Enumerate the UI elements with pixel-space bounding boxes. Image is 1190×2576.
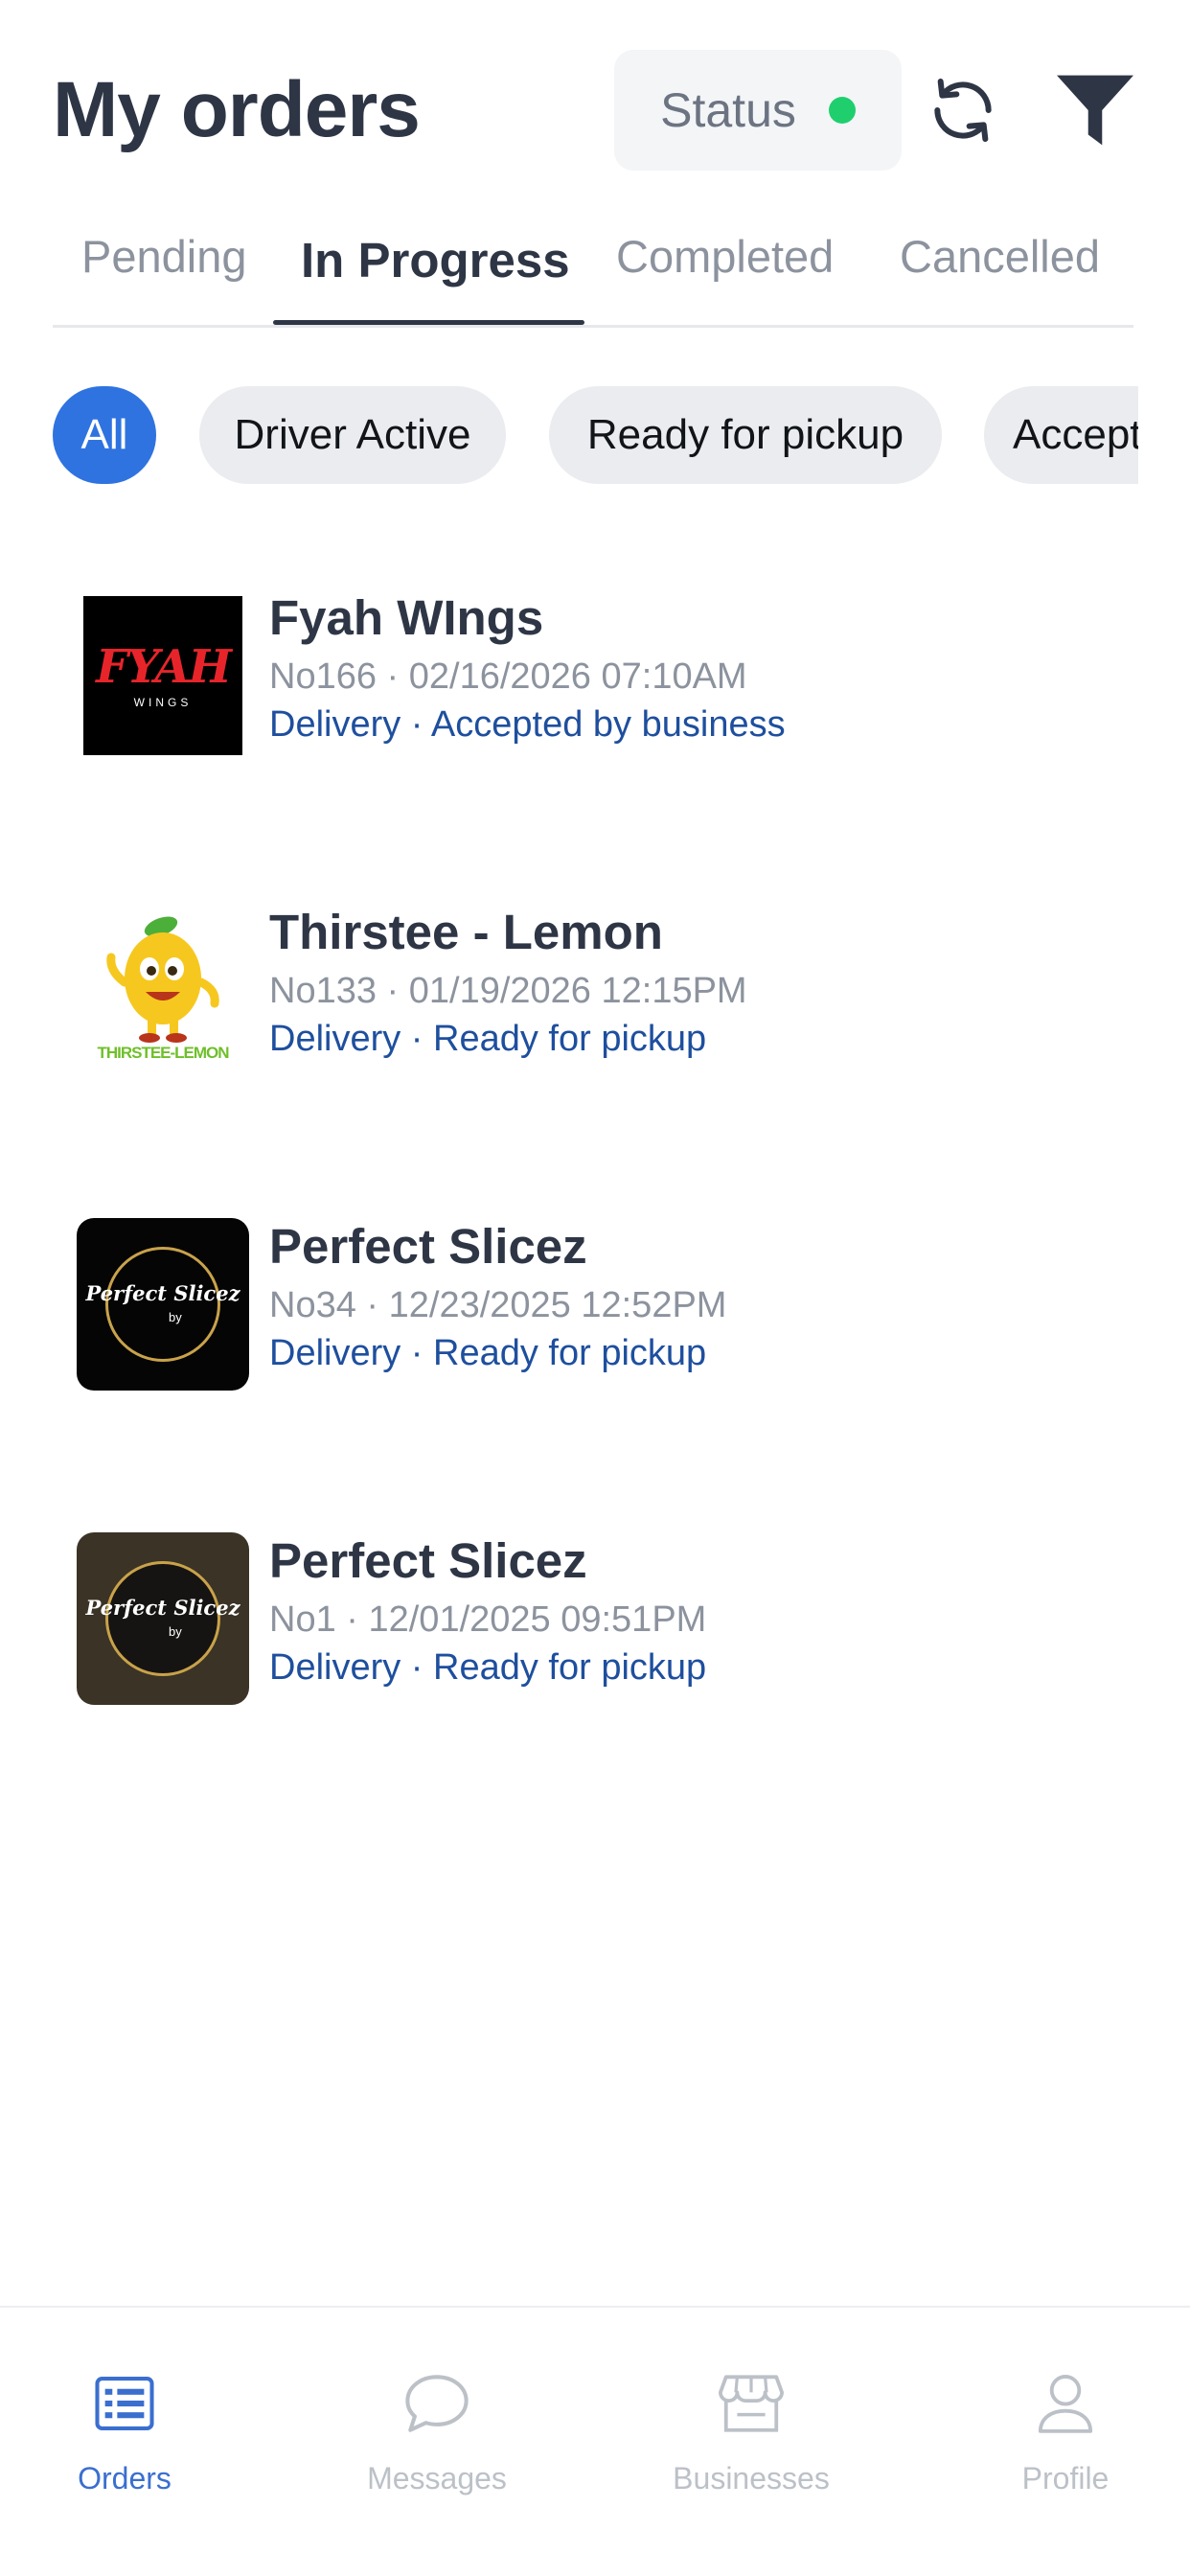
bottom-navigation-bar: Orders Messages Businesses Profile [0, 2306, 1190, 2576]
logo-subtext: WINGS [133, 696, 193, 709]
logo-subtext: by [169, 1310, 182, 1324]
tab-completed[interactable]: Completed [616, 230, 834, 283]
nav-label-profile: Profile [1021, 2461, 1110, 2496]
orders-screen: My orders Status Pending In Progress Com… [0, 0, 1190, 2576]
status-toggle[interactable]: Status [614, 50, 902, 171]
logo-text: FYAH [96, 640, 232, 694]
page-title: My orders [53, 66, 421, 153]
status-indicator-dot [828, 97, 856, 124]
chat-bubble-icon [399, 2365, 475, 2442]
tab-cancelled[interactable]: Cancelled [900, 230, 1100, 283]
active-tab-indicator [273, 320, 584, 325]
order-number-date: No133 · 01/19/2026 12:15PM [269, 971, 747, 1011]
nav-item-businesses[interactable]: Businesses [627, 2365, 876, 2509]
order-number-date: No1 · 12/01/2025 09:51PM [269, 1599, 707, 1640]
filter-button[interactable] [1052, 67, 1138, 153]
business-name: Thirstee - Lemon [269, 905, 663, 959]
status-label: Status [660, 83, 796, 137]
nav-label-messages: Messages [367, 2461, 507, 2496]
order-number-date: No34 · 12/23/2025 12:52PM [269, 1285, 727, 1325]
nav-label-orders: Orders [78, 2461, 172, 2496]
business-name: Perfect Slicez [269, 1219, 587, 1274]
nav-item-profile[interactable]: Profile [941, 2365, 1190, 2509]
nav-item-orders[interactable]: Orders [0, 2365, 249, 2509]
order-list-item[interactable]: FYAH WINGS Fyah WIngs No166 · 02/16/2026… [77, 589, 1131, 762]
orders-list-icon [86, 2365, 163, 2442]
logo-text: THIRSTEE-LEMON [97, 1044, 229, 1062]
chip-accepted-by-business[interactable]: Accepted by business [984, 386, 1138, 484]
order-status-tabs: Pending In Progress Completed Cancelled [53, 211, 1133, 328]
business-logo: THIRSTEE-LEMON [77, 904, 249, 1076]
tab-pending[interactable]: Pending [81, 230, 247, 283]
refresh-button[interactable] [920, 67, 1006, 153]
refresh-icon [934, 79, 992, 142]
order-list-item[interactable]: Perfect Slicez by Perfect Slicez No34 · … [77, 1218, 1131, 1391]
chip-ready-for-pickup[interactable]: Ready for pickup [549, 386, 942, 484]
status-filter-chips: All Driver Active Ready for pickup Accep… [53, 386, 1138, 484]
nav-item-messages[interactable]: Messages [312, 2365, 561, 2509]
order-number-date: No166 · 02/16/2026 07:10AM [269, 656, 747, 697]
order-list-item[interactable]: Perfect Slicez by Perfect Slicez No1 · 1… [77, 1532, 1131, 1705]
logo-text: Perfect Slicez [85, 1596, 240, 1620]
chip-all[interactable]: All [53, 386, 156, 484]
chip-driver-active[interactable]: Driver Active [199, 386, 506, 484]
person-icon [1027, 2365, 1104, 2442]
order-status-text: Delivery · Ready for pickup [269, 1019, 707, 1059]
order-status-text: Delivery · Accepted by business [269, 704, 786, 745]
filter-icon [1057, 75, 1133, 146]
logo-text: Perfect Slicez [85, 1281, 240, 1305]
storefront-icon [713, 2365, 790, 2442]
business-logo: Perfect Slicez by [77, 1218, 249, 1391]
order-status-text: Delivery · Ready for pickup [269, 1647, 707, 1688]
business-name: Perfect Slicez [269, 1533, 587, 1588]
business-name: Fyah WIngs [269, 590, 544, 645]
order-status-text: Delivery · Ready for pickup [269, 1333, 707, 1373]
logo-subtext: by [169, 1624, 182, 1639]
tab-in-progress[interactable]: In Progress [301, 232, 570, 288]
order-list-item[interactable]: THIRSTEE-LEMON Thirstee - Lemon No133 · … [77, 904, 1131, 1076]
business-logo: Perfect Slicez by [77, 1532, 249, 1705]
business-logo: FYAH WINGS [83, 596, 242, 755]
nav-label-businesses: Businesses [673, 2461, 830, 2496]
